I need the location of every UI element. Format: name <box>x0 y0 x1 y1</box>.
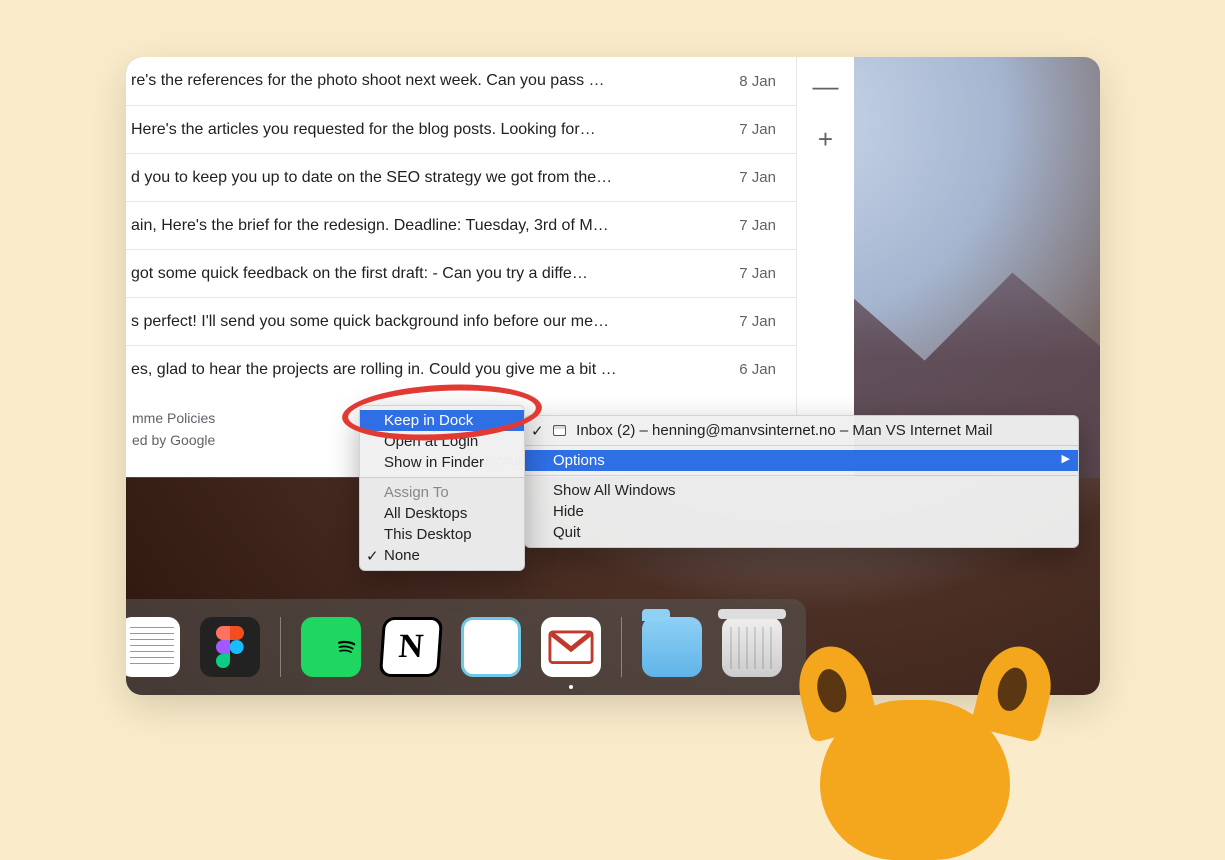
dock-divider <box>621 617 622 677</box>
email-row[interactable]: d you to keep you up to date on the SEO … <box>126 153 796 201</box>
dock-trash[interactable] <box>722 617 782 677</box>
email-row[interactable]: got some quick feedback on the first dra… <box>126 249 796 297</box>
dock-app-gmail[interactable] <box>541 617 601 677</box>
email-list: re's the references for the photo shoot … <box>126 57 796 393</box>
email-date: 7 Jan <box>709 313 776 330</box>
dock: N <box>126 599 806 695</box>
submenu-none[interactable]: None <box>360 545 524 566</box>
dock-running-indicator <box>569 685 573 689</box>
email-row[interactable]: ain, Here's the brief for the redesign. … <box>126 201 796 249</box>
dock-context-menu: Inbox (2) – henning@manvsinternet.no – M… <box>524 415 1079 548</box>
email-preview: ain, Here's the brief for the redesign. … <box>126 217 709 235</box>
email-row[interactable]: Here's the articles you requested for th… <box>126 105 796 153</box>
spotify-icon <box>332 632 361 661</box>
email-row[interactable]: es, glad to hear the projects are rollin… <box>126 345 796 393</box>
email-preview: got some quick feedback on the first dra… <box>126 265 709 283</box>
email-preview: d you to keep you up to date on the SEO … <box>126 169 709 187</box>
email-date: 7 Jan <box>709 217 776 234</box>
dock-downloads-folder[interactable] <box>642 617 702 677</box>
menu-hide[interactable]: Hide <box>525 501 1078 522</box>
email-date: 6 Jan <box>709 361 776 378</box>
submenu-all-desktops[interactable]: All Desktops <box>360 503 524 524</box>
email-row[interactable]: re's the references for the photo shoot … <box>126 57 796 105</box>
menu-separator <box>525 445 1078 446</box>
email-date: 7 Jan <box>709 265 776 282</box>
menu-options-label: Options <box>553 452 605 469</box>
menu-separator <box>525 475 1078 476</box>
email-preview: Here's the articles you requested for th… <box>126 121 709 139</box>
email-date: 8 Jan <box>709 73 776 90</box>
screenshot-frame: re's the references for the photo shoot … <box>126 57 1100 695</box>
window-icon <box>553 425 566 436</box>
email-date: 7 Jan <box>709 169 776 186</box>
add-addon-icon[interactable]: + <box>818 124 833 155</box>
menu-separator <box>360 477 524 478</box>
menu-quit[interactable]: Quit <box>525 522 1078 543</box>
submenu-open-at-login[interactable]: Open at Login <box>360 431 524 452</box>
dock-divider <box>280 617 281 677</box>
submenu-show-in-finder[interactable]: Show in Finder <box>360 452 524 473</box>
dock-app-spotify[interactable] <box>301 617 361 677</box>
submenu-keep-in-dock[interactable]: Keep in Dock <box>360 410 524 431</box>
menu-window-label: Inbox (2) – henning@manvsinternet.no – M… <box>576 422 992 439</box>
dock-app-figma[interactable] <box>200 617 260 677</box>
email-row[interactable]: s perfect! I'll send you some quick back… <box>126 297 796 345</box>
decorative-fox-illustration <box>790 670 1040 790</box>
email-date: 7 Jan <box>709 121 776 138</box>
figma-icon <box>216 626 244 668</box>
dock-app-unknown-circle[interactable] <box>461 617 521 677</box>
submenu-this-desktop[interactable]: This Desktop <box>360 524 524 545</box>
gmail-icon <box>548 630 594 665</box>
mail-addons-sidebar: — + <box>796 57 854 477</box>
dock-app-notes[interactable] <box>126 617 180 677</box>
submenu-assign-to-header: Assign To <box>360 482 524 503</box>
email-preview: es, glad to hear the projects are rollin… <box>126 361 709 379</box>
menu-show-all-windows[interactable]: Show All Windows <box>525 480 1078 501</box>
email-preview: s perfect! I'll send you some quick back… <box>126 313 709 331</box>
collapse-icon[interactable]: — <box>813 71 839 102</box>
options-submenu: Keep in Dock Open at Login Show in Finde… <box>359 405 525 571</box>
email-preview: re's the references for the photo shoot … <box>126 72 709 90</box>
dock-app-notion[interactable]: N <box>379 617 443 677</box>
menu-window-item[interactable]: Inbox (2) – henning@manvsinternet.no – M… <box>525 420 1078 441</box>
menu-options[interactable]: Options <box>525 450 1078 471</box>
